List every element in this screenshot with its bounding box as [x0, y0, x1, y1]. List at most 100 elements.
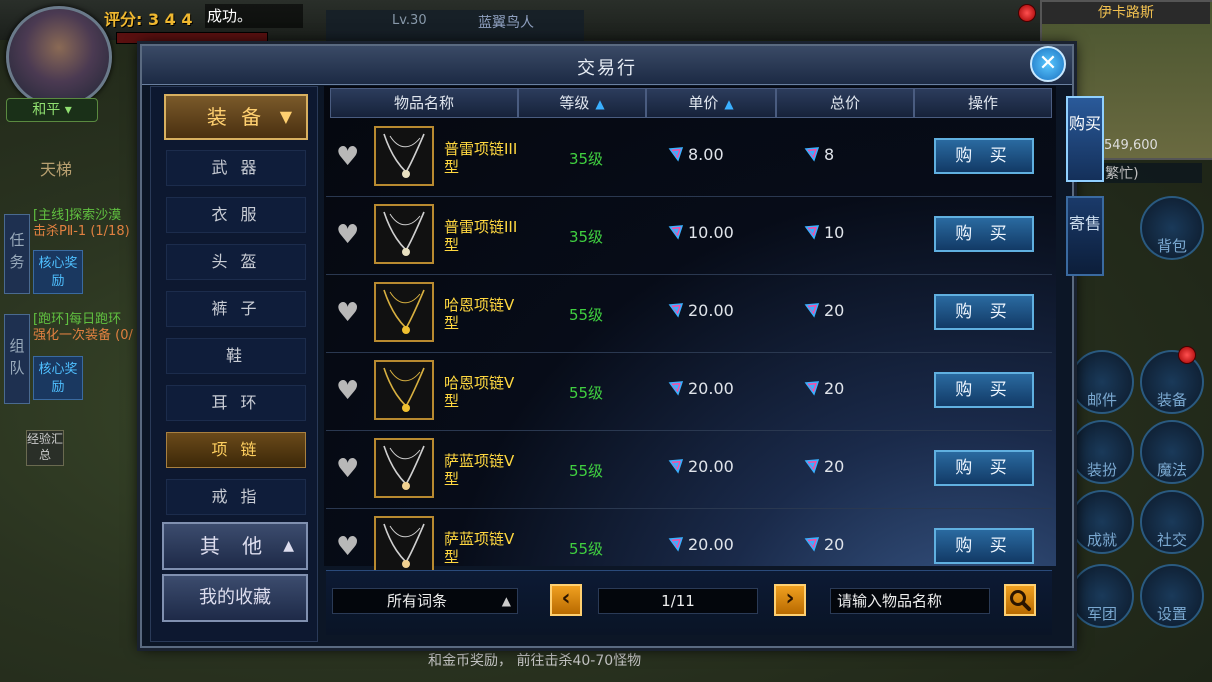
item-total-price: 20	[804, 301, 844, 320]
category-other[interactable]: 其 他 ▲	[162, 522, 308, 570]
category-equipment[interactable]: 装 备 ▼	[164, 94, 308, 140]
player-hp-bar	[116, 32, 268, 44]
necklace-icon	[383, 367, 425, 412]
favorite-heart-icon[interactable]: ♥	[336, 378, 359, 404]
item-unit-price: 20.00	[668, 457, 734, 476]
category-weapon[interactable]: 武 器	[166, 150, 306, 186]
attribute-filter-dropdown[interactable]: 所有词条 ▲	[332, 588, 518, 614]
table-row: ♥ 哈恩项链V型 55级 20.00 20 购 买	[326, 276, 1052, 353]
settings-button[interactable]: 设置	[1140, 564, 1204, 628]
legion-button[interactable]: 军团	[1070, 564, 1134, 628]
category-earrings[interactable]: 耳 环	[166, 385, 306, 421]
item-level: 55级	[568, 462, 604, 480]
item-thumbnail[interactable]	[374, 282, 434, 342]
category-necklace[interactable]: 项 链	[166, 432, 306, 468]
search-button[interactable]	[1004, 584, 1036, 616]
mail-button[interactable]: 邮件	[1070, 350, 1134, 414]
category-clothes[interactable]: 衣 服	[166, 197, 306, 233]
necklace-icon	[383, 289, 425, 334]
tab-consign[interactable]: 寄售	[1066, 196, 1104, 276]
necklace-icon	[383, 523, 425, 568]
equipment-alert-dot	[1178, 346, 1196, 364]
achievement-button[interactable]: 成就	[1070, 490, 1134, 554]
quest-daily[interactable]: [跑环]每日跑环 强化一次装备 (0/	[33, 312, 148, 344]
buy-button[interactable]: 购 买	[934, 294, 1034, 330]
close-button[interactable]: ✕	[1030, 46, 1066, 82]
notification-dot	[1018, 4, 1036, 22]
item-name: 萨蓝项链V型	[444, 530, 515, 566]
item-total-price: 10	[804, 223, 844, 242]
category-equipment-label: 装 备	[206, 105, 266, 129]
favorite-heart-icon[interactable]: ♥	[336, 144, 359, 170]
ladder-label[interactable]: 天梯	[40, 156, 72, 180]
favorite-heart-icon[interactable]: ♥	[336, 300, 359, 326]
item-thumbnail[interactable]	[374, 126, 434, 186]
item-search-input[interactable]	[830, 588, 990, 614]
target-frame[interactable]	[326, 10, 584, 44]
item-name: 普雷项链III型	[444, 218, 518, 254]
bag-button[interactable]: 背包	[1140, 196, 1204, 260]
target-name: 蓝翼鸟人	[478, 15, 534, 31]
item-unit-price: 8.00	[668, 145, 724, 164]
item-unit-price: 20.00	[668, 535, 734, 554]
window-header: 交易行	[142, 46, 1072, 85]
total-price-value: 20	[824, 457, 845, 476]
header-item-name: 物品名称	[330, 88, 518, 118]
item-total-price: 8	[804, 145, 834, 164]
tab-buy[interactable]: 购买	[1066, 96, 1104, 182]
item-thumbnail[interactable]	[374, 438, 434, 498]
social-button[interactable]: 社交	[1140, 490, 1204, 554]
buy-button[interactable]: 购 买	[934, 450, 1034, 486]
item-thumbnail[interactable]	[374, 360, 434, 420]
item-thumbnail[interactable]	[374, 516, 434, 576]
quest-tab[interactable]: 任务	[4, 214, 30, 294]
header-unit-price[interactable]: 单价 ▲	[646, 88, 776, 118]
magic-button[interactable]: 魔法	[1140, 420, 1204, 484]
header-action: 操作	[914, 88, 1052, 118]
necklace-icon	[383, 133, 425, 178]
core-reward-1[interactable]: 核心奖励	[33, 250, 83, 294]
quest-main[interactable]: [主线]探索沙漠 击杀PⅡ-1 (1/18)	[33, 208, 148, 240]
core-reward-2[interactable]: 核心奖励	[33, 356, 83, 400]
diamond-currency-icon	[668, 457, 688, 476]
chevron-up-icon: ▲	[283, 538, 294, 554]
team-tab[interactable]: 组队	[4, 314, 30, 404]
buy-button[interactable]: 购 买	[934, 372, 1034, 408]
category-other-label: 其 他	[199, 534, 271, 558]
target-level: Lv.30	[392, 13, 427, 28]
next-page-button[interactable]: ›	[774, 584, 806, 616]
outfit-button[interactable]: 装扮	[1070, 420, 1134, 484]
favorite-heart-icon[interactable]: ♥	[336, 456, 359, 482]
category-helmet[interactable]: 头 盔	[166, 244, 306, 280]
item-level: 35级	[568, 228, 604, 246]
necklace-icon	[383, 445, 425, 490]
header-level[interactable]: 等级 ▲	[518, 88, 646, 118]
favorite-heart-icon[interactable]: ♥	[336, 534, 359, 560]
my-favorites-button[interactable]: 我的收藏	[162, 574, 308, 622]
unit-price-value: 20.00	[688, 457, 734, 476]
diamond-currency-icon	[804, 301, 824, 320]
exp-summary-button[interactable]: 经验汇总	[26, 430, 64, 466]
table-header: 物品名称 等级 ▲ 单价 ▲ 总价 操作	[330, 88, 1052, 118]
buy-button[interactable]: 购 买	[934, 528, 1034, 564]
category-shoes[interactable]: 鞋	[166, 338, 306, 374]
sort-asc-icon: ▲	[595, 97, 605, 111]
item-thumbnail[interactable]	[374, 204, 434, 264]
prev-page-button[interactable]: ‹	[550, 584, 582, 616]
map-coords: 549,600	[1104, 138, 1158, 153]
buy-button[interactable]: 购 买	[934, 216, 1034, 252]
player-avatar[interactable]	[6, 6, 112, 108]
pk-mode-toggle[interactable]: 和平 ▾	[6, 98, 98, 122]
item-total-price: 20	[804, 535, 844, 554]
category-ring[interactable]: 戒 指	[166, 479, 306, 515]
unit-price-value: 10.00	[688, 223, 734, 242]
table-row: ♥ 普雷项链III型 35级 10.00 10 购 买	[326, 198, 1052, 275]
item-unit-price: 10.00	[668, 223, 734, 242]
diamond-currency-icon	[668, 301, 688, 320]
quest-main-title: [主线]探索沙漠	[33, 208, 122, 223]
item-total-price: 20	[804, 457, 844, 476]
category-pants[interactable]: 裤 子	[166, 291, 306, 327]
buy-button[interactable]: 购 买	[934, 138, 1034, 174]
bottom-quest-message: 和金币奖励， 前往击杀40-70怪物	[428, 653, 642, 669]
favorite-heart-icon[interactable]: ♥	[336, 222, 359, 248]
